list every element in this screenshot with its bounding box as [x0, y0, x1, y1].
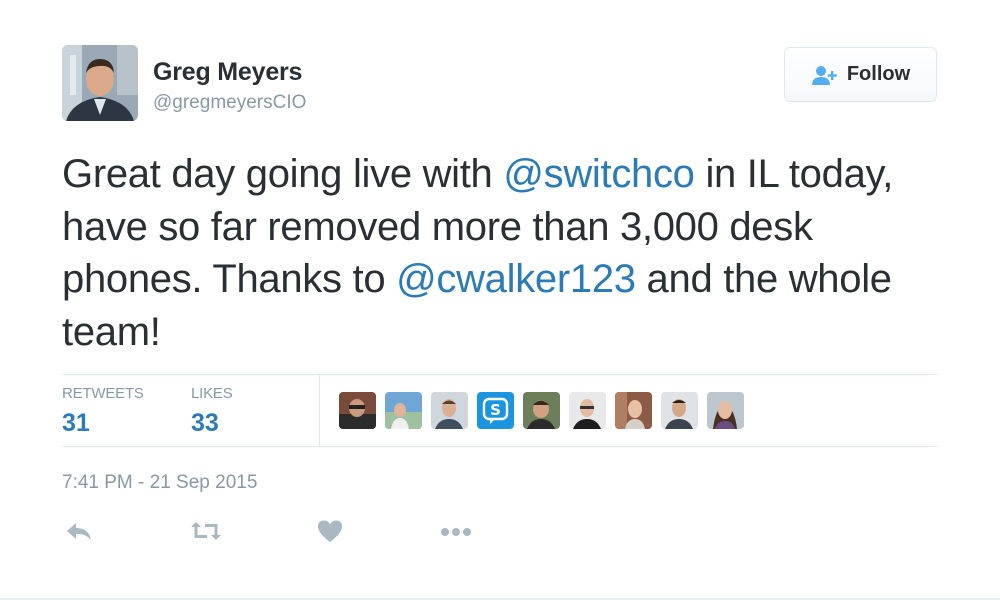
divider — [62, 446, 938, 447]
stats-separator — [319, 374, 320, 446]
author-avatar[interactable] — [62, 45, 138, 121]
liker-avatar[interactable] — [385, 392, 422, 429]
retweet-button[interactable] — [190, 518, 222, 548]
follow-label: Follow — [846, 63, 911, 85]
tweet-text: Great day going live with @switchco in I… — [62, 148, 962, 358]
like-icon — [317, 519, 343, 548]
likes-stat[interactable]: LIKES 33 — [191, 385, 233, 438]
mention-link[interactable]: @switchco — [503, 152, 695, 196]
more-button[interactable] — [438, 518, 474, 548]
follow-button[interactable]: Follow — [784, 47, 937, 102]
liker-avatar[interactable] — [339, 392, 376, 429]
like-button[interactable] — [314, 518, 346, 548]
divider — [62, 374, 938, 375]
liker-avatar[interactable] — [431, 392, 468, 429]
mention-link[interactable]: @cwalker123 — [396, 257, 636, 301]
liker-avatar[interactable]: S — [477, 392, 514, 429]
tweet-card: Greg Meyers @gregmeyersCIO Follow Great … — [0, 0, 1000, 600]
retweets-stat[interactable]: RETWEETS 31 — [62, 385, 144, 438]
svg-text:S: S — [490, 401, 501, 419]
liker-avatar[interactable] — [707, 392, 744, 429]
likers-avatars: S — [339, 392, 744, 429]
likes-label: LIKES — [191, 385, 233, 402]
reply-button[interactable] — [63, 518, 95, 548]
liker-avatar[interactable] — [569, 392, 606, 429]
retweet-icon — [190, 520, 222, 547]
liker-avatar[interactable] — [523, 392, 560, 429]
author-handle[interactable]: @gregmeyersCIO — [153, 92, 306, 114]
author-name[interactable]: Greg Meyers — [153, 58, 302, 87]
add-user-icon — [811, 64, 839, 86]
tweet-timestamp[interactable]: 7:41 PM - 21 Sep 2015 — [62, 472, 257, 494]
liker-avatar[interactable] — [615, 392, 652, 429]
retweets-count: 31 — [62, 409, 90, 437]
likes-count: 33 — [191, 409, 219, 437]
retweets-label: RETWEETS — [62, 385, 144, 402]
more-icon — [440, 524, 472, 542]
liker-avatar[interactable] — [661, 392, 698, 429]
reply-icon — [65, 520, 93, 547]
tweet-text-segment: Great day going live with — [62, 152, 504, 196]
